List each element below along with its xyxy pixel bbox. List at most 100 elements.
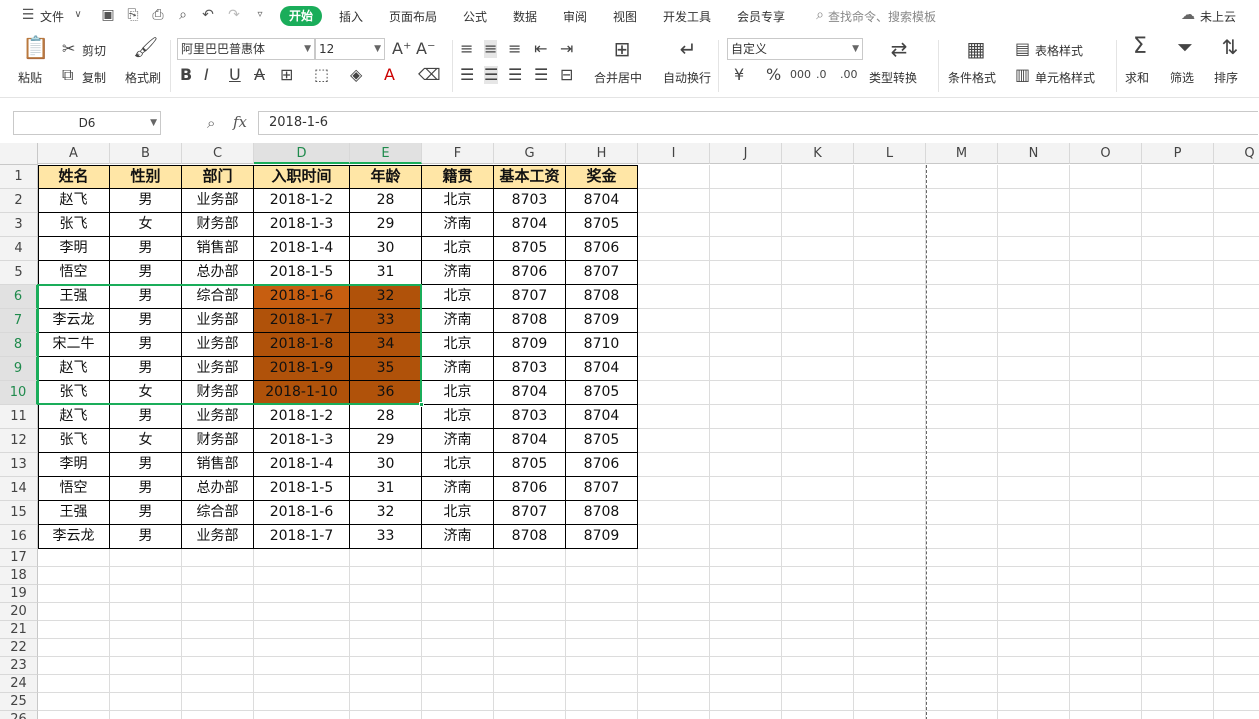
paste-button[interactable]: 粘贴 <box>18 69 42 86</box>
tab-member[interactable]: 会员专享 <box>737 8 785 25</box>
filter-icon[interactable]: ⏷ <box>1173 37 1197 57</box>
tab-home[interactable]: 开始 <box>280 6 322 26</box>
cell-style-icon[interactable]: ▥ <box>1015 66 1030 84</box>
auto-wrap-button[interactable]: 自动换行 <box>663 69 711 86</box>
table-cell[interactable]: 济南 <box>422 477 493 500</box>
table-cell[interactable]: 男 <box>110 309 181 332</box>
table-cell[interactable]: 李云龙 <box>38 309 109 332</box>
sum-icon[interactable]: Σ <box>1128 36 1152 58</box>
table-cell[interactable]: 8709 <box>566 309 637 332</box>
column-header-f[interactable]: F <box>422 143 494 164</box>
row-header-24[interactable]: 24 <box>0 675 38 693</box>
justify-icon[interactable]: ☰ <box>534 66 548 84</box>
column-header-i[interactable]: I <box>638 143 710 164</box>
column-header-q[interactable]: Q <box>1214 143 1259 164</box>
align-middle-icon[interactable]: ≡ <box>484 40 498 58</box>
table-cell[interactable]: 2018-1-3 <box>254 213 349 236</box>
strikethrough-icon[interactable]: A <box>254 66 265 84</box>
sort-icon[interactable]: ⇅ <box>1218 37 1242 57</box>
table-header-cell[interactable]: 年龄 <box>350 165 421 188</box>
column-header-m[interactable]: M <box>926 143 998 164</box>
row-header-10[interactable]: 10 <box>0 381 38 405</box>
table-cell[interactable]: 8704 <box>494 381 565 404</box>
align-right-icon[interactable]: ☰ <box>508 66 522 84</box>
table-cell[interactable]: 男 <box>110 453 181 476</box>
column-header-k[interactable]: K <box>782 143 854 164</box>
export-pdf-icon[interactable]: ⎘ <box>125 7 141 23</box>
table-cell[interactable]: 31 <box>350 477 421 500</box>
table-cell[interactable]: 男 <box>110 357 181 380</box>
table-cell[interactable]: 财务部 <box>182 381 253 404</box>
table-cell[interactable]: 8708 <box>566 285 637 308</box>
table-cell[interactable]: 2018-1-5 <box>254 477 349 500</box>
conditional-format-button[interactable]: 条件格式 <box>948 69 996 86</box>
table-cell[interactable]: 张飞 <box>38 429 109 452</box>
table-cell[interactable]: 业务部 <box>182 333 253 356</box>
cell-fill-icon[interactable]: ⬚ <box>314 66 329 84</box>
row-header-5[interactable]: 5 <box>0 261 38 285</box>
fill-handle[interactable] <box>419 402 424 407</box>
table-cell[interactable]: 8704 <box>566 189 637 212</box>
row-header-18[interactable]: 18 <box>0 567 38 585</box>
row-header-1[interactable]: 1 <box>0 165 38 189</box>
row-header-6[interactable]: 6 <box>0 285 38 309</box>
table-cell[interactable]: 赵飞 <box>38 405 109 428</box>
column-header-d[interactable]: D <box>254 143 350 164</box>
paste-icon[interactable]: 📋 <box>22 38 49 64</box>
table-cell[interactable]: 31 <box>350 261 421 284</box>
table-cell[interactable]: 8707 <box>494 501 565 524</box>
type-convert-button[interactable]: 类型转换 <box>869 69 917 86</box>
row-header-7[interactable]: 7 <box>0 309 38 333</box>
font-name-select[interactable]: 阿里巴巴普惠体 ▼ <box>177 38 315 60</box>
column-header-p[interactable]: P <box>1142 143 1214 164</box>
table-cell[interactable]: 8706 <box>566 237 637 260</box>
row-header-11[interactable]: 11 <box>0 405 38 429</box>
table-cell[interactable]: 李云龙 <box>38 525 109 548</box>
table-cell[interactable]: 30 <box>350 237 421 260</box>
table-header-cell[interactable]: 基本工资 <box>494 165 565 188</box>
table-cell[interactable]: 8704 <box>566 405 637 428</box>
table-cell[interactable]: 北京 <box>422 453 493 476</box>
type-convert-icon[interactable]: ⇄ <box>888 39 910 59</box>
table-cell[interactable]: 李明 <box>38 237 109 260</box>
row-header-15[interactable]: 15 <box>0 501 38 525</box>
table-cell[interactable]: 8707 <box>566 261 637 284</box>
function-icon[interactable]: fx <box>233 113 247 131</box>
fill-color-icon[interactable]: ◈ <box>350 66 362 84</box>
currency-icon[interactable]: ¥ <box>734 66 744 84</box>
align-bottom-icon[interactable]: ≡ <box>508 40 521 58</box>
table-cell[interactable]: 女 <box>110 429 181 452</box>
merge-center-button[interactable]: 合并居中 <box>594 69 642 86</box>
align-top-icon[interactable]: ≡ <box>460 40 473 58</box>
table-cell[interactable]: 2018-1-7 <box>254 525 349 548</box>
table-cell[interactable]: 济南 <box>422 429 493 452</box>
table-cell[interactable]: 2018-1-6 <box>254 285 349 308</box>
row-header-21[interactable]: 21 <box>0 621 38 639</box>
table-cell[interactable]: 北京 <box>422 381 493 404</box>
table-cell[interactable]: 李明 <box>38 453 109 476</box>
table-cell[interactable]: 女 <box>110 213 181 236</box>
table-cell[interactable]: 2018-1-8 <box>254 333 349 356</box>
table-cell[interactable]: 29 <box>350 429 421 452</box>
table-cell[interactable]: 王强 <box>38 285 109 308</box>
column-header-j[interactable]: J <box>710 143 782 164</box>
table-cell[interactable]: 赵飞 <box>38 357 109 380</box>
decrease-indent-icon[interactable]: ⇤ <box>534 40 547 58</box>
row-header-3[interactable]: 3 <box>0 213 38 237</box>
table-cell[interactable]: 28 <box>350 405 421 428</box>
table-cell[interactable]: 宋二牛 <box>38 333 109 356</box>
scissors-icon[interactable]: ✂ <box>62 40 75 58</box>
table-cell[interactable]: 33 <box>350 309 421 332</box>
table-cell[interactable]: 济南 <box>422 261 493 284</box>
table-cell[interactable]: 8708 <box>494 309 565 332</box>
formula-input[interactable]: 2018-1-6 <box>258 111 1258 135</box>
table-cell[interactable]: 男 <box>110 501 181 524</box>
table-cell[interactable]: 8704 <box>494 213 565 236</box>
table-cell[interactable]: 2018-1-2 <box>254 189 349 212</box>
sort-button[interactable]: 排序 <box>1214 69 1238 86</box>
table-cell[interactable]: 北京 <box>422 237 493 260</box>
table-cell[interactable]: 济南 <box>422 357 493 380</box>
row-header-2[interactable]: 2 <box>0 189 38 213</box>
table-cell[interactable]: 男 <box>110 525 181 548</box>
table-cell[interactable]: 8706 <box>494 477 565 500</box>
